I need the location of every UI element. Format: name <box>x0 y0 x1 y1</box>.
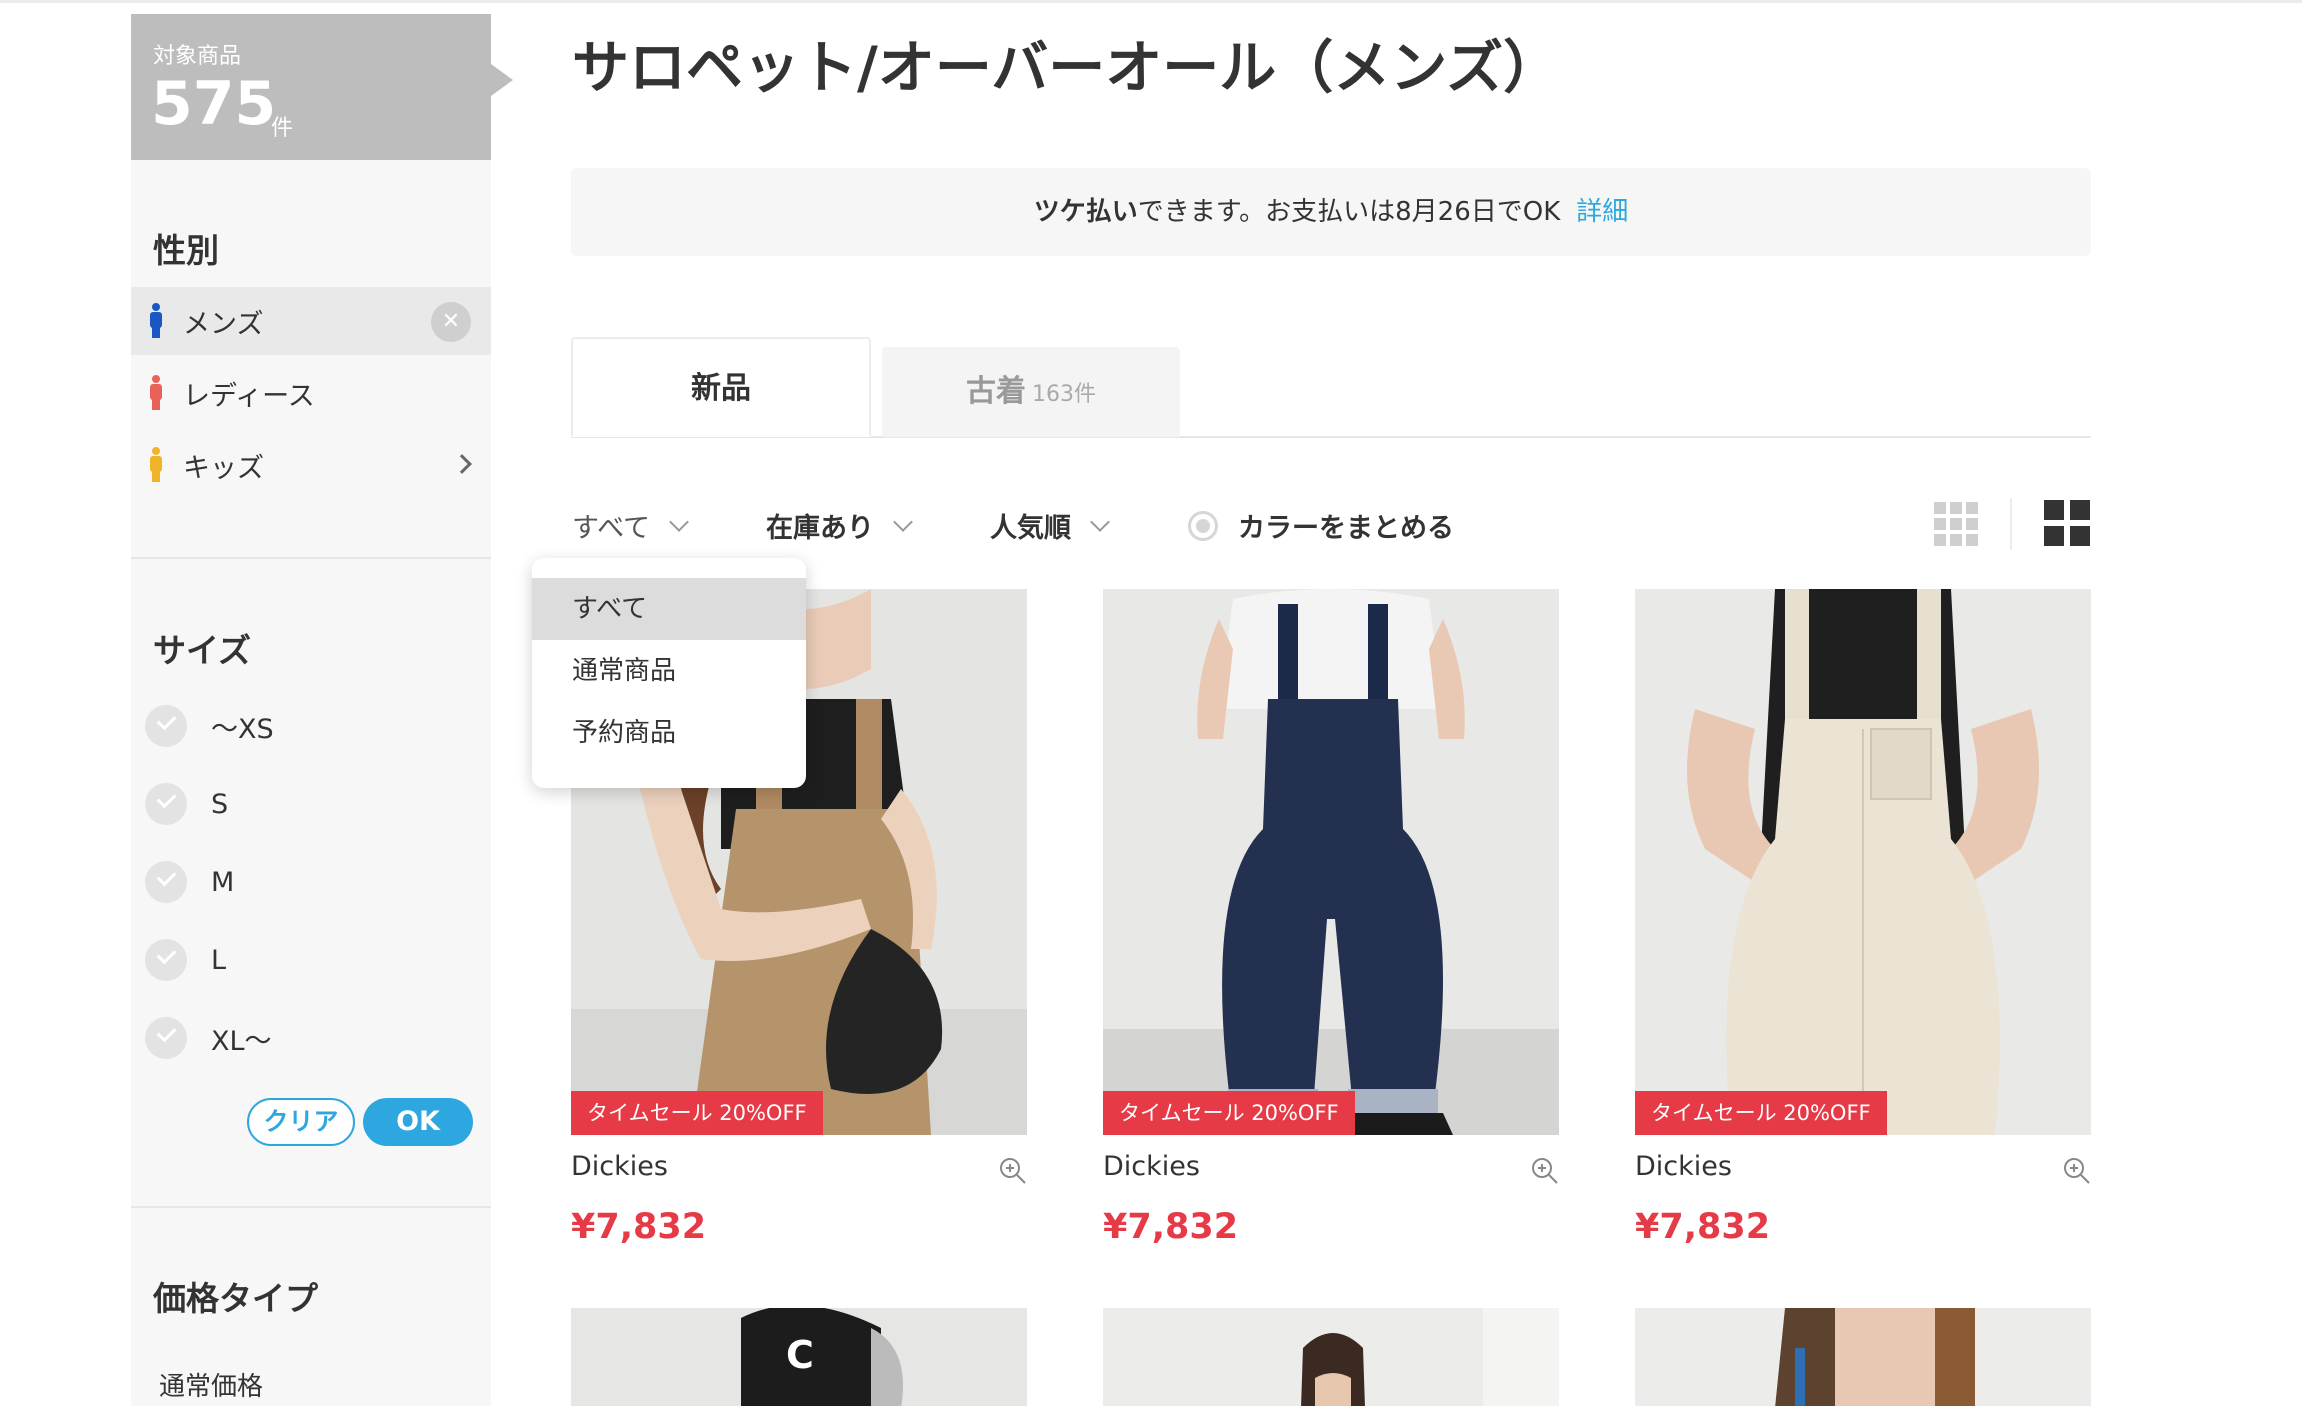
divider <box>131 1206 491 1208</box>
type-filter-menu: すべて 通常商品 予約商品 <box>532 558 806 788</box>
product-photo[interactable]: C <box>571 1308 1027 1406</box>
sale-badge: タイムセール 20%OFF <box>1635 1091 1887 1135</box>
banner-bold-text: ツケ払い <box>1033 197 1138 227</box>
size-label: M <box>211 866 235 898</box>
size-option[interactable]: S <box>145 782 228 826</box>
product-price: ¥7,832 <box>1103 1207 1239 1247</box>
zoom-in-icon[interactable] <box>2061 1155 2091 1185</box>
product-brand[interactable]: Dickies <box>1635 1151 1732 1182</box>
count-value: 575 <box>151 69 277 139</box>
check-icon[interactable] <box>145 783 187 825</box>
page-title: サロペット/オーバーオール（メンズ） <box>572 35 1561 101</box>
sale-badge: タイムセール 20%OFF <box>571 1091 823 1135</box>
count-label: 対象商品 <box>153 44 242 69</box>
banner-text: できます。お支払いは8月26日でOK <box>1137 197 1561 227</box>
payment-banner: ツケ払いできます。お支払いは8月26日でOK 詳細 <box>571 168 2091 256</box>
view-separator <box>2010 498 2012 550</box>
chevron-down-icon <box>669 511 689 532</box>
product-price: ¥7,832 <box>1635 1207 1771 1247</box>
menu-item-preorder[interactable]: 予約商品 <box>532 702 806 764</box>
product-image-partial <box>1635 1308 2091 1406</box>
size-option[interactable]: ～XS <box>145 704 274 748</box>
color-group-label: カラーをまとめる <box>1238 513 1454 544</box>
size-label: XL～ <box>211 1025 272 1057</box>
size-label: ～XS <box>211 713 274 745</box>
gender-label: メンズ <box>183 308 264 340</box>
male-icon <box>143 301 177 341</box>
color-group-toggle[interactable]: カラーをまとめる <box>1188 506 1454 545</box>
zoom-in-icon[interactable] <box>997 1155 1027 1185</box>
price-type-option[interactable]: 通常価格 <box>159 1366 263 1403</box>
gender-item-mens[interactable]: メンズ ✕ <box>131 287 491 355</box>
price-type-section-title: 価格タイプ <box>153 1279 318 1318</box>
menu-item-regular[interactable]: 通常商品 <box>532 640 806 702</box>
product-image-partial: C <box>571 1308 1027 1406</box>
grid-small-view-icon[interactable] <box>1934 502 1978 546</box>
stock-filter-dropdown[interactable]: 在庫あり <box>766 506 913 545</box>
result-count-box: 対象商品 575 件 <box>131 14 513 160</box>
menu-item-all[interactable]: すべて <box>532 578 806 640</box>
type-filter-label: すべて <box>572 513 651 544</box>
zoom-in-icon[interactable] <box>1529 1155 1559 1185</box>
product-brand[interactable]: Dickies <box>1103 1151 1200 1182</box>
size-section-title: サイズ <box>153 631 252 670</box>
product-image-partial <box>1103 1308 1559 1406</box>
size-option[interactable]: L <box>145 938 226 982</box>
sort-dropdown[interactable]: 人気順 <box>990 506 1110 545</box>
product-image-ecru-overall <box>1635 589 2091 1135</box>
tab-count: 163件 <box>1032 382 1096 407</box>
gender-item-ladies[interactable]: レディース <box>131 359 491 427</box>
top-border <box>0 0 2302 3</box>
tab-used[interactable]: 古着 163件 <box>882 347 1180 437</box>
kids-icon <box>143 445 177 485</box>
product-price: ¥7,832 <box>571 1207 707 1247</box>
tab-new[interactable]: 新品 <box>571 337 871 437</box>
divider <box>131 557 491 559</box>
size-option[interactable]: XL～ <box>145 1016 272 1060</box>
type-filter-dropdown[interactable]: すべて <box>572 506 689 545</box>
product-photo[interactable]: タイムセール 20%OFF <box>1103 589 1559 1135</box>
check-icon[interactable] <box>145 939 187 981</box>
gender-item-kids[interactable]: キッズ <box>131 431 491 499</box>
banner-detail-link[interactable]: 詳細 <box>1576 197 1628 227</box>
product-photo[interactable] <box>1635 1308 2091 1406</box>
tab-label: 新品 <box>691 371 751 406</box>
sale-badge: タイムセール 20%OFF <box>1103 1091 1355 1135</box>
sort-label: 人気順 <box>990 513 1071 544</box>
count-unit: 件 <box>271 116 294 141</box>
check-icon[interactable] <box>145 861 187 903</box>
product-image-denim-overall <box>1103 589 1559 1135</box>
radio-icon[interactable] <box>1188 510 1218 541</box>
gender-label: キッズ <box>183 452 264 484</box>
clear-button[interactable]: クリア <box>247 1098 355 1146</box>
stock-filter-label: 在庫あり <box>766 513 874 544</box>
grid-large-view-icon[interactable] <box>2044 500 2090 546</box>
female-icon <box>143 373 177 413</box>
product-brand[interactable]: Dickies <box>571 1151 668 1182</box>
gender-section-title: 性別 <box>153 231 219 270</box>
check-icon[interactable] <box>145 1017 187 1059</box>
gender-label: レディース <box>183 380 315 412</box>
check-icon[interactable] <box>145 705 187 747</box>
filter-sidebar: 対象商品 575 件 性別 メンズ ✕ レディース キッズ サイズ ～XS S … <box>131 14 513 1406</box>
remove-filter-icon[interactable]: ✕ <box>431 302 471 342</box>
size-label: L <box>211 944 227 976</box>
product-photo[interactable] <box>1103 1308 1559 1406</box>
product-photo[interactable]: タイムセール 20%OFF <box>1635 589 2091 1135</box>
ok-button[interactable]: OK <box>363 1098 473 1146</box>
chevron-right-icon <box>452 454 472 474</box>
chevron-down-icon <box>1090 511 1110 532</box>
size-label: S <box>211 788 229 820</box>
tab-label: 古着 <box>966 374 1026 409</box>
svg-text:C: C <box>786 1333 814 1377</box>
size-option[interactable]: M <box>145 860 234 904</box>
chevron-down-icon <box>893 511 913 532</box>
